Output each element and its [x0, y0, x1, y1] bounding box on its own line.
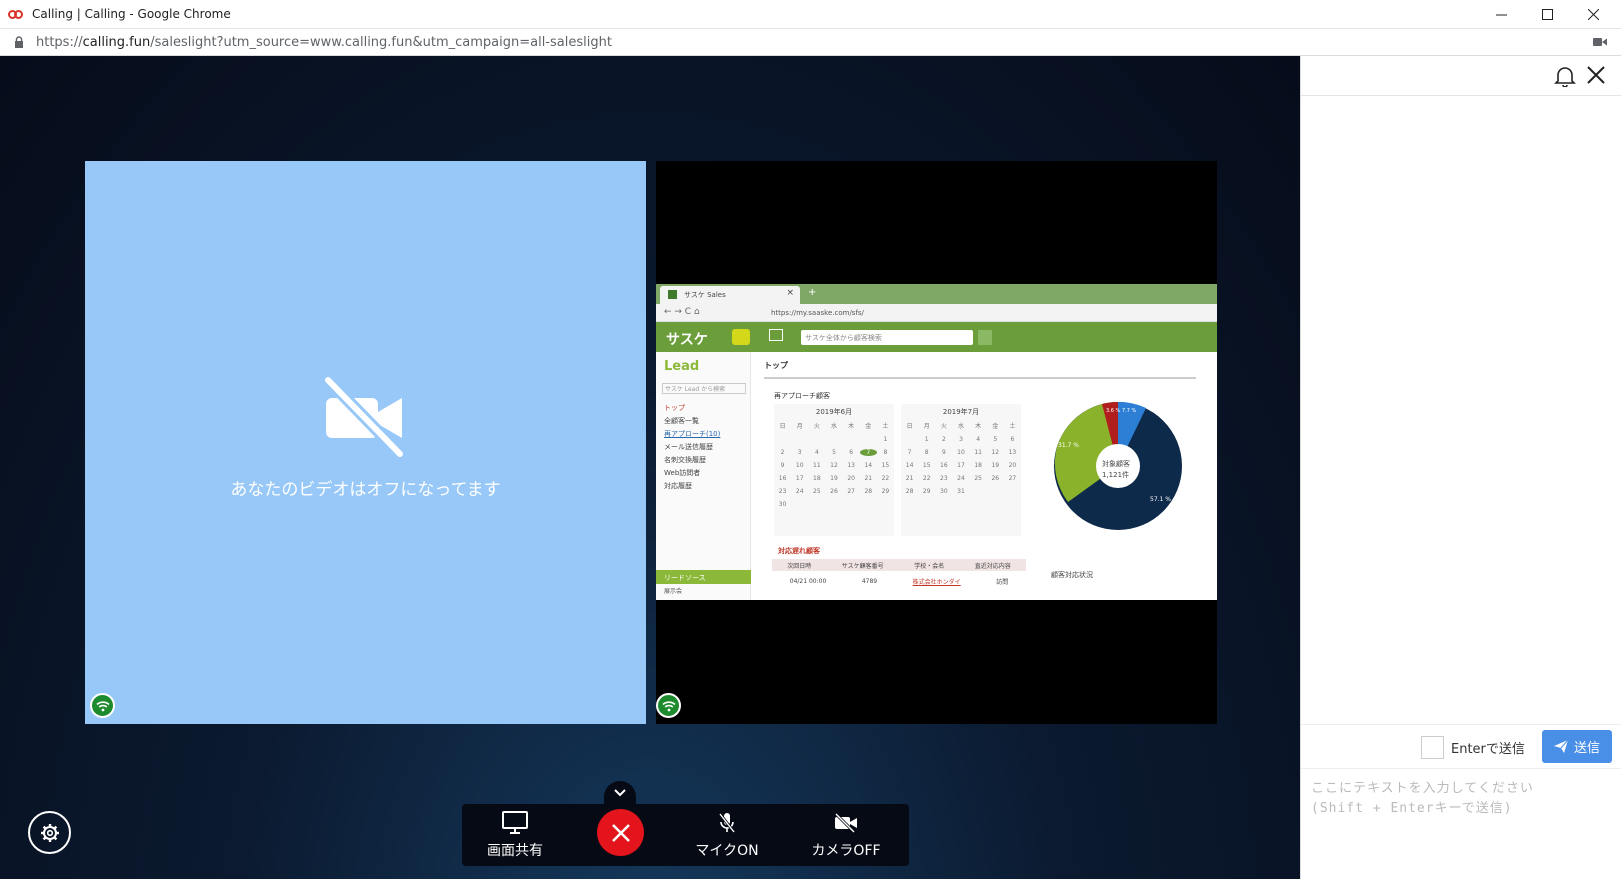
shared-table-header: 学校・会名 [914, 562, 945, 570]
shared-app-logo: サスケ [666, 332, 708, 348]
screen-share-label: 画面共有 [487, 843, 543, 859]
video-off-icon [323, 375, 405, 458]
chevron-down-icon [614, 789, 626, 797]
close-panel-button[interactable] [1587, 66, 1605, 84]
toggle-toolbar-button[interactable] [604, 781, 636, 805]
gear-icon [40, 823, 59, 842]
shared-table-cell: 株式会社ホンダイ [912, 578, 961, 586]
shared-pie-count: 1,121件 [1102, 471, 1130, 479]
shared-cal1-title: 2019年6月 [815, 408, 853, 416]
shared-source-item: 展示会 [664, 588, 683, 595]
app-icon [8, 8, 24, 20]
shared-table-header: 直近対応内容 [974, 562, 1011, 570]
close-icon [1587, 66, 1605, 84]
wifi-icon [656, 693, 681, 718]
hangup-button[interactable] [597, 809, 644, 856]
window-title: Calling | Calling - Google Chrome [32, 7, 231, 21]
shared-nav-item: 対応履歴 [664, 482, 692, 490]
send-label: 送信 [1573, 741, 1600, 756]
lock-icon [14, 36, 24, 48]
shared-search: サスケ全体から顧客検索 [801, 330, 973, 345]
mic-off-icon [718, 813, 736, 833]
shared-section-title: 再アプローチ顧客 [774, 392, 830, 400]
camera-toggle-button[interactable]: カメラOFF [791, 804, 901, 866]
shared-lead-logo: Lead [664, 359, 700, 374]
shared-table-cell: 4789 [861, 577, 878, 585]
shared-nav-item: 全顧客一覧 [664, 417, 699, 425]
settings-button[interactable] [28, 811, 71, 854]
wifi-icon [90, 693, 115, 718]
shared-nav-item: Web訪問者 [664, 469, 701, 477]
window-titlebar: Calling | Calling - Google Chrome [0, 0, 1621, 29]
notification-button[interactable] [1554, 65, 1576, 87]
chat-message-input[interactable] [1301, 768, 1621, 879]
shared-nav-item: 名刺交換履歴 [664, 456, 706, 464]
monitor-icon [502, 811, 528, 834]
shared-page-title: トップ [764, 361, 788, 370]
camera-label: カメラOFF [811, 843, 881, 859]
shared-nav-item: トップ [664, 404, 685, 412]
shared-table-cell: 訪問 [996, 578, 1009, 586]
shared-cal2-title: 2019年7月 [942, 408, 980, 416]
chat-send-row: Enterで送信 送信 [1301, 724, 1621, 768]
hangup-icon [611, 823, 630, 842]
minimize-button[interactable] [1478, 0, 1524, 29]
shared-pie-label: 7.7 % [1122, 408, 1137, 414]
shared-table-header: 次回日時 [787, 562, 812, 570]
enter-to-send-label: Enterで送信 [1451, 742, 1525, 757]
shared-nav-section: リードソース [656, 570, 751, 584]
shared-table-header: サスケ顧客番号 [841, 562, 884, 570]
shared-footer-label: 顧客対応状況 [1051, 571, 1093, 579]
shared-nav-item: 再アプローチ(10) [664, 430, 721, 438]
shared-pie-label: 31.7 % [1058, 442, 1079, 449]
bell-icon [1554, 67, 1576, 87]
send-button[interactable]: 送信 [1542, 730, 1612, 763]
shared-pie-label: 57.1 % [1150, 496, 1171, 503]
shared-lead-search: サスケ Lead から検索 [662, 383, 746, 394]
mic-toggle-button[interactable]: マイクON [672, 804, 782, 866]
screen-share-button[interactable]: 画面共有 [460, 804, 570, 866]
close-window-button[interactable] [1570, 0, 1616, 29]
video-off-message: あなたのビデオはオフになってます [230, 480, 501, 500]
shared-url: https://my.saaske.com/sfs/ [771, 309, 864, 317]
shared-pie-center: 対象顧客 [1102, 460, 1130, 468]
maximize-button[interactable] [1524, 0, 1570, 29]
send-icon [1553, 740, 1568, 753]
shared-screen: サスケ Sales × + ← → C ⌂ https://my.saaske.… [656, 284, 1217, 600]
shared-pie-label: 3.6 % [1106, 408, 1121, 414]
address-bar[interactable]: https://calling.fun/saleslight?utm_sourc… [0, 29, 1621, 56]
shared-table-cell: 04/21 00:00 [789, 577, 827, 585]
url-text[interactable]: https://calling.fun/saleslight?utm_sourc… [36, 35, 612, 50]
mic-label: マイクON [695, 843, 759, 859]
enter-to-send-checkbox[interactable] [1421, 736, 1444, 759]
camera-indicator-icon[interactable] [1593, 37, 1607, 47]
shared-tab-label: サスケ Sales [684, 291, 726, 299]
camera-off-icon [834, 813, 857, 833]
chat-panel-header [1301, 56, 1621, 96]
shared-nav-item: メール送信履歴 [664, 443, 713, 451]
shared-overdue-label: 対応遅れ顧客 [778, 547, 820, 555]
chat-panel: Enterで送信 送信 [1300, 56, 1621, 879]
